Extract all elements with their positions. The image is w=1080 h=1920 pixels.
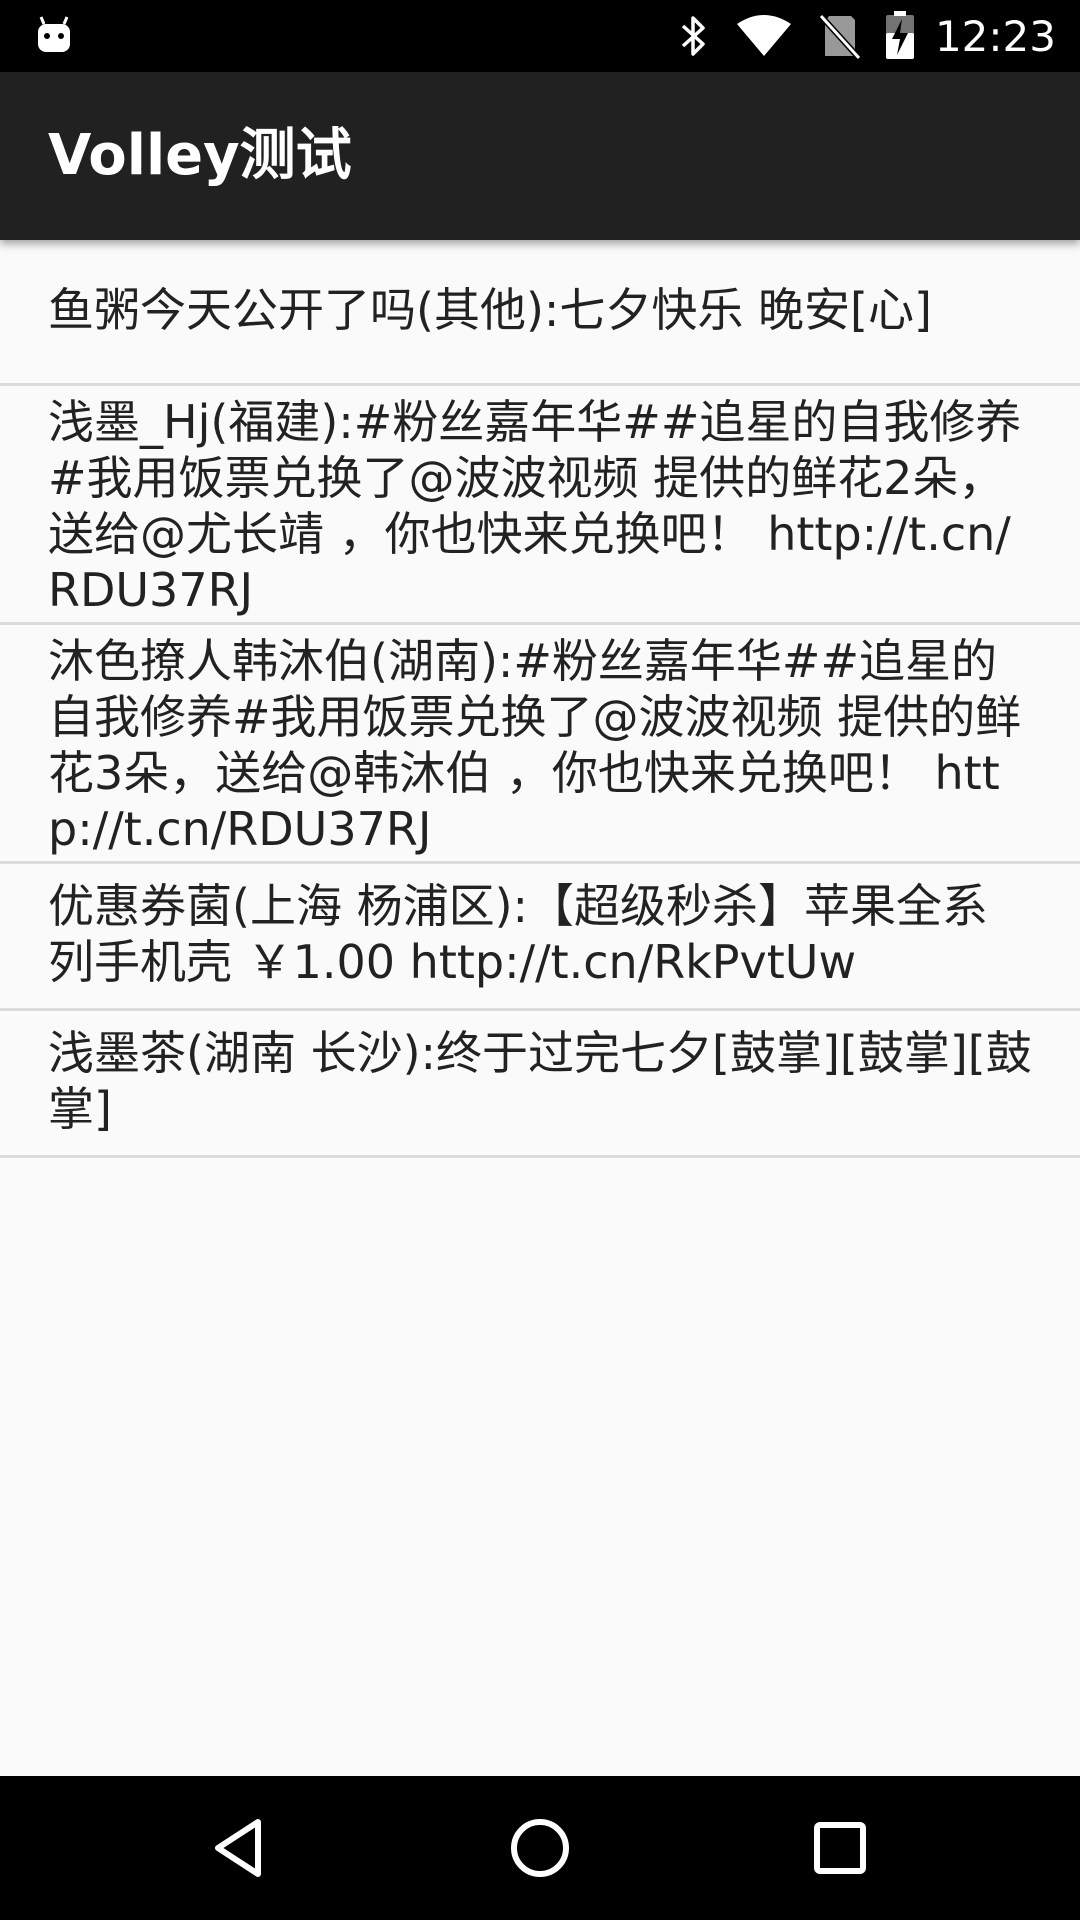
status-clock: 12:23 [934, 11, 1056, 61]
list-item[interactable]: 优惠券菌(上海 杨浦区):【超级秒杀】苹果全系列手机壳 ￥1.00 http:/… [0, 864, 1080, 1011]
app-title: Volley测试 [48, 123, 352, 188]
list-item-text: 浅墨茶(湖南 长沙):终于过完七夕[鼓掌][鼓掌][鼓掌] [48, 1026, 1032, 1136]
list-item-text: 优惠券菌(上海 杨浦区):【超级秒杀】苹果全系列手机壳 ￥1.00 http:/… [48, 879, 989, 989]
status-bar: 12:23 [0, 0, 1080, 72]
screen: 12:23 Volley测试 鱼粥今天公开了吗(其他):七夕快乐 晚安[心] 浅… [0, 0, 1080, 1920]
list-item[interactable]: 沐色撩人韩沐伯(湖南):#粉丝嘉年华##追星的自我修养#我用饭票兑换了@波波视频… [0, 625, 1080, 864]
app-bar: Volley测试 [0, 72, 1080, 240]
wifi-icon [736, 15, 791, 56]
no-sim-icon [818, 13, 861, 60]
home-icon[interactable] [504, 1812, 576, 1884]
list-item-text: 沐色撩人韩沐伯(湖南):#粉丝嘉年华##追星的自我修养#我用饭票兑换了@波波视频… [48, 634, 1022, 856]
list-item-text: 浅墨_Hj(福建):#粉丝嘉年华##追星的自我修养#我用饭票兑换了@波波视频 提… [48, 395, 1022, 617]
list-item[interactable]: 鱼粥今天公开了吗(其他):七夕快乐 晚安[心] [0, 240, 1080, 386]
list-item[interactable]: 浅墨_Hj(福建):#粉丝嘉年华##追星的自我修养#我用饭票兑换了@波波视频 提… [0, 386, 1080, 625]
list-item-text: 鱼粥今天公开了吗(其他):七夕快乐 晚安[心] [48, 283, 932, 337]
recents-icon[interactable] [804, 1812, 876, 1884]
list-item[interactable]: 浅墨茶(湖南 长沙):终于过完七夕[鼓掌][鼓掌][鼓掌] [0, 1011, 1080, 1158]
android-icon [38, 16, 70, 52]
navigation-bar [0, 1776, 1080, 1920]
back-icon[interactable] [204, 1812, 276, 1884]
battery-charging-icon [885, 11, 914, 59]
bluetooth-icon [681, 16, 705, 56]
status-icons: 12:23 [653, 0, 1056, 72]
weibo-list[interactable]: 鱼粥今天公开了吗(其他):七夕快乐 晚安[心] 浅墨_Hj(福建):#粉丝嘉年华… [0, 240, 1080, 1158]
